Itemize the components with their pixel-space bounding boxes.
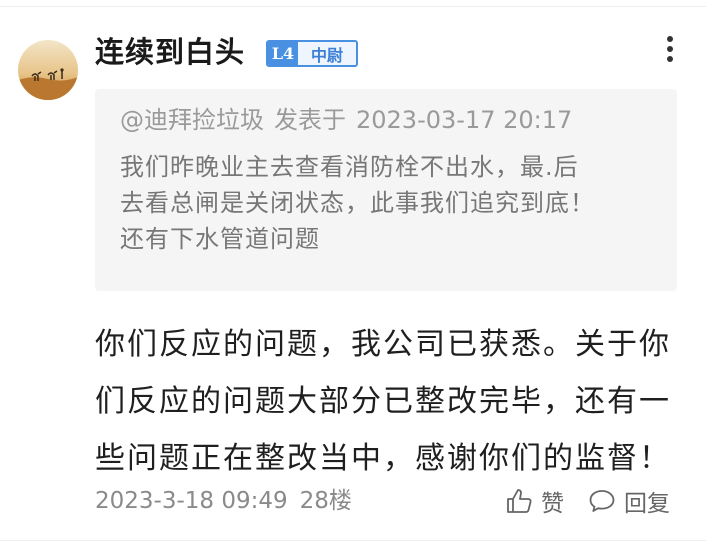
reply-label: 回复 (624, 491, 670, 517)
level-label: L4 (268, 42, 298, 65)
like-label: 赞 (541, 491, 564, 517)
username[interactable]: 连续到白头 (95, 32, 245, 72)
reply-line: 你们反应的问题，我公司已获悉。关于你 (95, 327, 671, 362)
reply-line: 们反应的问题大部分已整改完毕，还有一 (95, 384, 671, 419)
level-badge: L4 中尉 (266, 40, 358, 67)
reply-button[interactable]: 回复 (588, 484, 670, 518)
post-time: 2023-3-18 09:49 (95, 488, 288, 514)
quote-posted-label: 发表于 (274, 106, 346, 134)
rank-label: 中尉 (298, 42, 356, 65)
bottom-divider (0, 540, 706, 541)
quote-meta: @迪拜捡垃圾 发表于 2023-03-17 20:17 (120, 103, 651, 137)
quote-line: 去看总闸是关闭状态，此事我们追究到底！ (120, 189, 595, 217)
top-divider (0, 6, 706, 7)
post-meta: 2023-3-18 09:49 28楼 (95, 484, 352, 518)
comment-footer: 2023-3-18 09:49 28楼 赞 回复 (95, 484, 685, 518)
quote-author[interactable]: @迪拜捡垃圾 (120, 106, 264, 134)
quote-line: 我们昨晚业主去查看消防栓不出水，最.后 (120, 153, 579, 181)
like-button[interactable]: 赞 (505, 484, 564, 518)
thumbs-up-icon (507, 489, 532, 513)
avatar[interactable] (18, 40, 78, 100)
speech-bubble-icon (589, 490, 615, 512)
more-vertical-icon[interactable] (660, 33, 680, 69)
quote-text: 我们昨晚业主去查看消防栓不出水，最.后 去看总闸是关闭状态，此事我们追究到底！ … (120, 149, 651, 257)
quote-datetime: 2023-03-17 20:17 (356, 106, 573, 134)
reply-line: 些问题正在整改当中，感谢你们的监督！ (95, 441, 671, 476)
floor-number: 28楼 (299, 488, 352, 514)
quoted-comment[interactable]: @迪拜捡垃圾 发表于 2023-03-17 20:17 我们昨晚业主去查看消防栓不出… (95, 89, 677, 291)
reply-text: 你们反应的问题，我公司已获悉。关于你 们反应的问题大部分已整改完毕，还有一 些问… (95, 316, 685, 487)
quote-line: 还有下水管道问题 (120, 225, 320, 253)
